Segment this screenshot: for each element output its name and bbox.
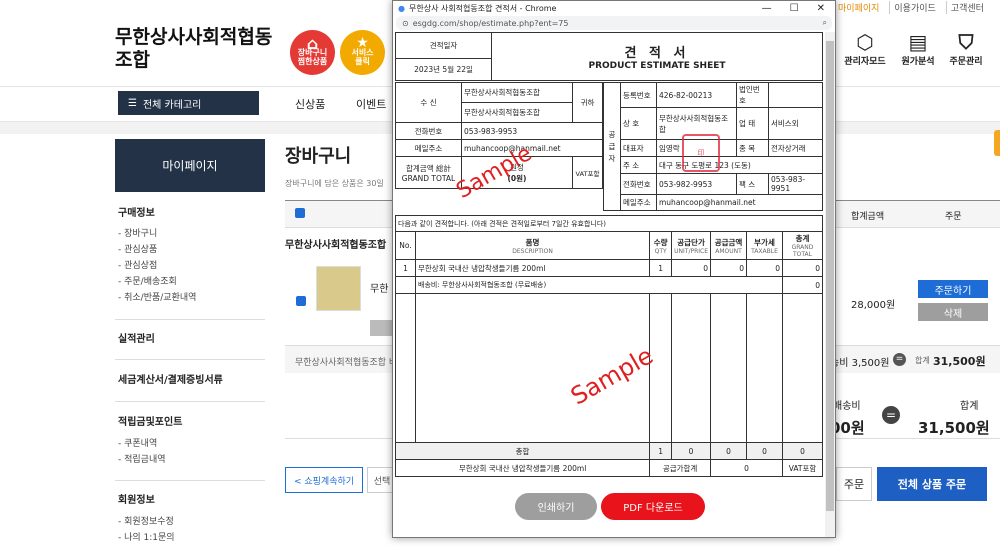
- honorific: 귀하: [572, 82, 603, 123]
- col-tax-en: TAXABLE: [751, 247, 778, 255]
- corp-value: [768, 82, 823, 108]
- recipient-label: 수 신: [395, 82, 462, 123]
- col-unit-en: UNIT/PRICE: [674, 247, 708, 255]
- row-desc: 무한상회 국내산 냉압착생들기름 200ml: [414, 259, 651, 277]
- biz-label: 업 태: [736, 107, 769, 140]
- row-tax: 0: [746, 259, 783, 277]
- row-no: 1: [395, 259, 416, 277]
- print-button[interactable]: 인쇄하기: [515, 493, 597, 520]
- estimate-popup-window: ● 무한상사 사회적협동조합 견적서 - Chrome — ☐ ✕ ⊙ esgdg.…: [392, 0, 836, 538]
- address-bar[interactable]: ⊙ esgdg.com/shop/estimate.php?ent=75 ⌕: [396, 16, 832, 30]
- pdf-download-button[interactable]: PDF 다운로드: [601, 493, 705, 520]
- row-grand: 0: [782, 259, 823, 277]
- col-grand: 총계: [795, 234, 810, 243]
- biz-value: 서비스외: [768, 107, 823, 140]
- reg-value: 426-82-00213: [656, 82, 737, 108]
- footer-item: 무한상회 국내산 냉압착생들기름 200ml: [395, 459, 651, 477]
- date-label: 견적일자: [395, 32, 492, 59]
- col-grand-en: GRAND TOTAL: [791, 244, 814, 258]
- col-qty: 수량: [653, 237, 668, 247]
- estimate-document: 견적일자 견 적 서 PRODUCT ESTIMATE SHEET 2023년 …: [395, 32, 825, 537]
- company-seal-stamp: 印: [682, 134, 720, 172]
- phone-label: 전화번호: [395, 122, 462, 140]
- email-value: muhancoop@hanmail.net: [461, 139, 603, 157]
- col-no: No.: [395, 231, 416, 260]
- minimize-icon[interactable]: —: [762, 3, 772, 14]
- scrollbar-thumb[interactable]: [826, 41, 834, 511]
- col-qty-en: QTY: [654, 247, 667, 255]
- corp-label: 법인번호: [736, 82, 769, 108]
- company-label: 상 호: [620, 107, 657, 140]
- recipient-2: 무한상사사회적협동조합: [461, 102, 573, 123]
- table-row: 1 무한상회 국내산 냉압착생들기름 200ml 1 0 0 0 0: [395, 259, 823, 277]
- phone-value: 053-983-9953: [461, 122, 603, 140]
- sum-amount: 0: [710, 442, 747, 460]
- col-desc-en: DESCRIPTION: [512, 247, 553, 255]
- grand-total-vat: VAT포함: [572, 156, 603, 189]
- email-label: 메일주소: [395, 139, 462, 157]
- supplier-label: 공 급 자: [603, 82, 621, 211]
- maximize-icon[interactable]: ☐: [790, 3, 799, 14]
- sum-grand: 0: [782, 442, 823, 460]
- mail-value: muhancoop@hanmail.net: [656, 194, 823, 211]
- window-title: 무한상사 사회적협동조합 견적서 - Chrome: [408, 3, 557, 13]
- tel-label: 전화번호: [620, 173, 657, 195]
- grand-total-label: 합계금액 総計: [406, 163, 451, 173]
- row-amount: 0: [710, 259, 747, 277]
- fax-value: 053-983-9951: [768, 173, 823, 195]
- footer-supply-value: 0: [710, 459, 783, 477]
- shipping-row: 배송비: 무한상사사회적협동조합 (무료배송): [415, 276, 783, 294]
- doc-title-en: PRODUCT ESTIMATE SHEET: [588, 61, 726, 71]
- sum-qty: 1: [649, 442, 673, 460]
- zoom-icon[interactable]: ⌕: [823, 18, 832, 28]
- sum-label: 총합: [395, 442, 651, 460]
- doc-title: 견 적 서: [624, 46, 690, 61]
- footer-vat: VAT포함: [782, 459, 823, 477]
- addr-label: 주 소: [620, 156, 657, 174]
- estimate-header-table: 견적일자 견 적 서 PRODUCT ESTIMATE SHEET 2023년 …: [395, 32, 823, 81]
- footer-supply-label: 공급가합계: [649, 459, 711, 477]
- row-unit: 0: [671, 259, 711, 277]
- chrome-icon: ●: [398, 3, 405, 13]
- type-label: 종 목: [736, 139, 769, 157]
- sum-unit: 0: [671, 442, 711, 460]
- ceo-label: 대표자: [620, 139, 657, 157]
- grand-total-label-en: GRAND TOTAL: [401, 173, 456, 183]
- url-text: esgdg.com/shop/estimate.php?ent=75: [412, 18, 569, 28]
- window-titlebar: ● 무한상사 사회적협동조합 견적서 - Chrome — ☐ ✕: [393, 1, 835, 15]
- sum-tax: 0: [746, 442, 783, 460]
- col-desc: 품명: [525, 237, 540, 247]
- items-table: 다음과 같이 견적합니다. (아래 견적은 견적일로부터 7일간 유효합니다) …: [395, 215, 823, 477]
- col-tax: 부가세: [754, 237, 775, 247]
- reg-label: 등록번호: [620, 82, 657, 108]
- tel-value: 053-982-9953: [656, 173, 737, 195]
- close-icon[interactable]: ✕: [817, 3, 825, 14]
- type-value: 전자상거래: [768, 139, 823, 157]
- col-amount-en: AMOUNT: [715, 247, 742, 255]
- row-qty: 1: [649, 259, 673, 277]
- site-info-icon[interactable]: ⊙: [402, 19, 409, 28]
- validity-notice: 다음과 같이 견적합니다. (아래 견적은 견적일로부터 7일간 유효합니다): [395, 215, 823, 232]
- date-value: 2023년 5월 22일: [395, 58, 492, 81]
- col-amount: 공급금액: [714, 237, 743, 247]
- fax-label: 팩 스: [736, 173, 769, 195]
- col-unit: 공급단가: [677, 237, 705, 247]
- shipping-row-value: 0: [782, 276, 823, 294]
- recipient-1: 무한상사사회적협동조합: [461, 82, 573, 103]
- mail-label: 메일주소: [620, 194, 657, 211]
